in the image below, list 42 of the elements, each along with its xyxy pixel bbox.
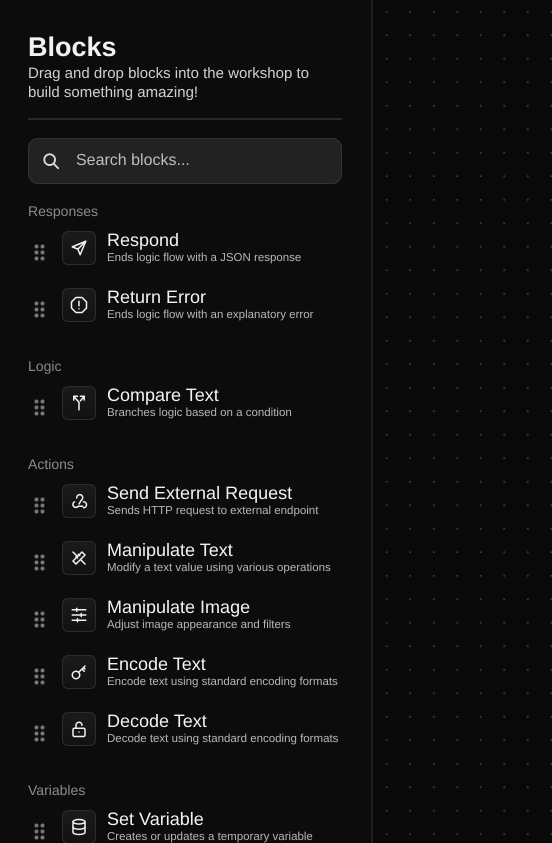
- paper-plane-icon: [70, 239, 88, 257]
- section-heading: Actions: [28, 456, 75, 473]
- drag-handle-icon[interactable]: [34, 398, 45, 416]
- section-heading: Logic: [28, 358, 62, 375]
- block-title[interactable]: Send External Request: [107, 482, 292, 504]
- sidebar-subtitle: Drag and drop blocks into the workshop to build something amazing!: [28, 64, 310, 102]
- block-title[interactable]: Respond: [107, 230, 180, 250]
- block-description: Ends logic flow with a JSON response: [107, 250, 302, 264]
- block-title[interactable]: Manipulate Text: [107, 540, 233, 560]
- webhook-icon: [70, 492, 88, 510]
- key-icon: [70, 663, 88, 681]
- block-title[interactable]: Return Error: [107, 286, 206, 308]
- split-arrow-icon: [70, 394, 88, 412]
- drag-handle-icon[interactable]: [34, 244, 45, 260]
- sidebar-title: Blocks: [28, 31, 118, 64]
- search-field[interactable]: Search blocks...: [28, 138, 342, 184]
- drag-handle-icon[interactable]: [34, 554, 45, 570]
- drag-handle-icon[interactable]: [34, 724, 45, 742]
- drag-handle-icon[interactable]: [34, 300, 45, 318]
- section-heading: Variables: [28, 782, 86, 799]
- sliders-icon: [70, 606, 88, 624]
- drag-handle-icon[interactable]: [34, 496, 45, 514]
- block-description: Encode text using standard encoding formats: [107, 674, 338, 688]
- section-heading: Responses: [28, 203, 100, 220]
- exclamation-octagon-icon: [70, 296, 88, 314]
- block-title[interactable]: Decode Text: [107, 710, 207, 732]
- block-title[interactable]: Compare Text: [107, 384, 219, 406]
- drag-handle-icon[interactable]: [34, 668, 45, 684]
- block-title[interactable]: Encode Text: [107, 654, 206, 674]
- block-description: Branches logic based on a condition: [107, 406, 292, 420]
- block-title[interactable]: Manipulate Image: [107, 596, 250, 618]
- block-description: Decode text using standard encoding formats: [107, 732, 338, 746]
- block-description: Ends logic flow with an explanatory error: [107, 308, 314, 322]
- block-description: Sends HTTP request to external endpoint: [107, 504, 318, 518]
- block-description: Adjust image appearance and filters: [107, 618, 290, 632]
- drag-handle-icon[interactable]: [34, 822, 45, 840]
- unlocked-padlock-icon: [70, 720, 88, 738]
- block-description: Modify a text value using various operations: [107, 560, 331, 574]
- database-icon: [70, 818, 88, 836]
- drag-handle-icon[interactable]: [34, 610, 45, 628]
- block-title[interactable]: Set Variable: [107, 808, 204, 830]
- block-description: Creates or updates a temporary variable: [107, 830, 313, 843]
